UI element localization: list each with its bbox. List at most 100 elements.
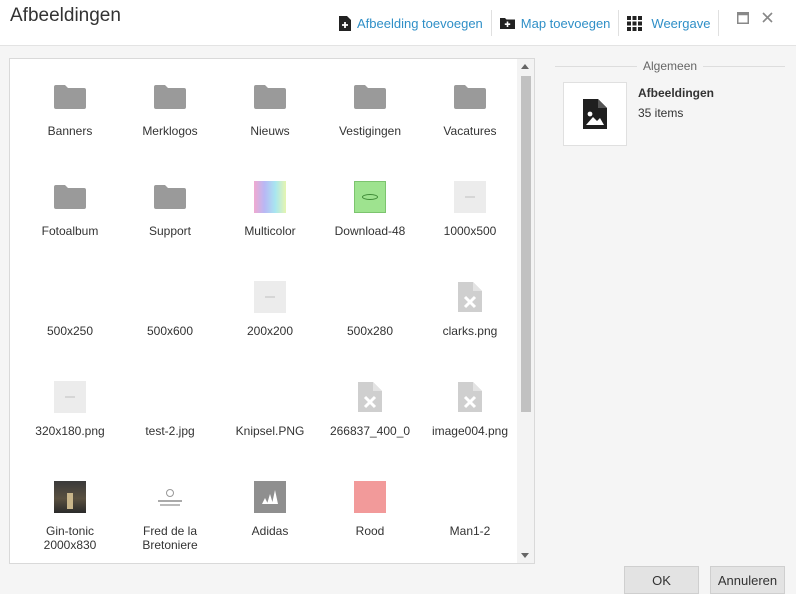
- empty-thumbnail: [153, 280, 187, 314]
- image-thumbnail: [153, 480, 187, 514]
- broken-image-icon: [353, 380, 387, 414]
- dialog-header: Afbeeldingen Afbeelding toevoegen Map to…: [0, 0, 796, 46]
- tile-label: 500x600: [146, 324, 194, 338]
- tile-label: 266837_400_0: [329, 424, 411, 438]
- image-tile[interactable]: Fred de la Bretoniere: [120, 471, 220, 563]
- folder-tile[interactable]: Vacatures: [420, 71, 520, 171]
- image-tile[interactable]: Rood: [320, 471, 420, 563]
- image-thumbnail: [53, 480, 87, 514]
- tile-label: Vacatures: [443, 124, 497, 138]
- tile-label: Fotoalbum: [41, 224, 99, 238]
- folder-tile[interactable]: Fotoalbum: [20, 171, 120, 271]
- add-folder-button[interactable]: Map toevoegen: [492, 9, 619, 37]
- scrollbar-thumb[interactable]: [521, 76, 531, 412]
- image-tile[interactable]: 320x180.png: [20, 371, 120, 471]
- tile-label: 500x280: [346, 324, 394, 338]
- tile-label: Adidas: [251, 524, 289, 538]
- tile-label: Fred de la Bretoniere: [142, 524, 198, 552]
- tile-label: 500x250: [46, 324, 94, 338]
- toolbar-separator: [718, 10, 720, 36]
- folder-tile[interactable]: Nieuws: [220, 71, 320, 171]
- empty-thumbnail: [253, 380, 287, 414]
- tile-label: Support: [148, 224, 192, 238]
- folder-tile[interactable]: Vestigingen: [320, 71, 420, 171]
- tile-label: Nieuws: [250, 124, 290, 138]
- view-button[interactable]: Weergave: [619, 9, 718, 37]
- image-tile[interactable]: 500x600: [120, 271, 220, 371]
- add-image-label: Afbeelding toevoegen: [357, 15, 483, 31]
- add-folder-label: Map toevoegen: [520, 15, 611, 31]
- empty-thumbnail: [153, 380, 187, 414]
- image-tile[interactable]: clarks.png: [420, 271, 520, 371]
- image-tile[interactable]: 500x280: [320, 271, 420, 371]
- info-item-count: 35 items: [638, 106, 684, 120]
- scroll-up-arrow-icon[interactable]: [521, 64, 529, 69]
- tile-label: Gin-tonic 2000x830: [43, 524, 97, 552]
- image-browser-panel: Banners Merklogos Nieuws Vestigingen Vacatur…: [9, 58, 535, 564]
- tile-label: Man1-2: [449, 524, 491, 538]
- image-tile[interactable]: Gin-tonic 2000x830: [20, 471, 120, 563]
- tile-label: 200x200: [246, 324, 294, 338]
- view-label: Weergave: [651, 15, 711, 31]
- tile-label: Multicolor: [244, 224, 296, 238]
- tile-label: Vestigingen: [338, 124, 402, 138]
- tile-label: Knipsel.PNG: [235, 424, 305, 438]
- placeholder-thumbnail: [253, 280, 287, 314]
- broken-image-icon: [453, 280, 487, 314]
- image-tile[interactable]: 200x200: [220, 271, 320, 371]
- tile-label: Rood: [355, 524, 385, 538]
- image-tile[interactable]: 266837_400_0: [320, 371, 420, 471]
- maximize-icon[interactable]: [737, 12, 749, 24]
- grid-view-icon: [627, 15, 643, 31]
- ok-button[interactable]: OK: [624, 566, 699, 594]
- folder-tile[interactable]: Banners: [20, 71, 120, 171]
- folder-tile[interactable]: Merklogos: [120, 71, 220, 171]
- folder-icon: [153, 180, 187, 214]
- image-tile[interactable]: Multicolor: [220, 171, 320, 271]
- folder-icon: [353, 80, 387, 114]
- tile-label: Banners: [47, 124, 93, 138]
- image-thumbnail: [353, 180, 387, 214]
- folder-icon: [53, 180, 87, 214]
- image-thumbnail: [253, 180, 287, 214]
- close-icon[interactable]: [762, 12, 773, 23]
- image-tile[interactable]: 500x250: [20, 271, 120, 371]
- folder-icon: [453, 80, 487, 114]
- info-legend: Algemeen: [637, 59, 704, 73]
- placeholder-thumbnail: [53, 380, 87, 414]
- image-tile[interactable]: Download-48: [320, 171, 420, 271]
- add-image-button[interactable]: Afbeelding toevoegen: [331, 9, 491, 37]
- empty-thumbnail: [53, 280, 87, 314]
- image-tile[interactable]: Man1-2: [420, 471, 520, 563]
- toolbar: Afbeelding toevoegen Map toevoegen Weerg…: [331, 9, 720, 37]
- tile-label: 1000x500: [443, 224, 497, 238]
- tile-label: Merklogos: [142, 124, 198, 138]
- empty-thumbnail: [353, 280, 387, 314]
- image-file-icon: [583, 99, 607, 129]
- info-title: Afbeeldingen: [638, 86, 715, 100]
- broken-image-icon: [453, 380, 487, 414]
- vertical-scrollbar[interactable]: [517, 59, 534, 563]
- image-tile[interactable]: Adidas: [220, 471, 320, 563]
- tile-label: image004.png: [431, 424, 509, 438]
- folder-icon: [153, 80, 187, 114]
- tile-grid: Banners Merklogos Nieuws Vestigingen Vacatur…: [20, 71, 520, 563]
- cancel-button[interactable]: Annuleren: [710, 566, 785, 594]
- info-preview: [563, 82, 627, 146]
- add-file-icon: [339, 15, 351, 31]
- empty-thumbnail: [453, 480, 487, 514]
- tile-label: 320x180.png: [35, 424, 105, 438]
- tile-label: Download-48: [334, 224, 406, 238]
- placeholder-thumbnail: [453, 180, 487, 214]
- image-tile[interactable]: test-2.jpg: [120, 371, 220, 471]
- image-tile[interactable]: Knipsel.PNG: [220, 371, 320, 471]
- scroll-down-arrow-icon[interactable]: [521, 553, 529, 558]
- folder-icon: [253, 80, 287, 114]
- image-thumbnail: [353, 480, 387, 514]
- image-thumbnail: [253, 480, 287, 514]
- image-tile[interactable]: 1000x500: [420, 171, 520, 271]
- folder-tile[interactable]: Support: [120, 171, 220, 271]
- dialog-title: Afbeeldingen: [10, 5, 121, 26]
- add-folder-icon: [499, 18, 515, 29]
- image-tile[interactable]: image004.png: [420, 371, 520, 471]
